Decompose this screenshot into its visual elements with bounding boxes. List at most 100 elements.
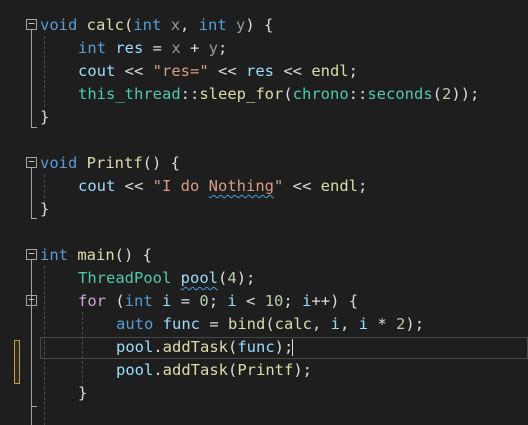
code-token: y (208, 39, 219, 57)
code-token: seconds (367, 85, 433, 103)
code-token: :: (180, 85, 200, 103)
code-token: res (245, 62, 274, 80)
code-token: . (153, 338, 163, 356)
code-line[interactable]: int main() { (40, 244, 152, 267)
code-token: , (180, 16, 199, 34)
code-token: << (283, 177, 321, 195)
code-token: i (302, 292, 312, 310)
code-line[interactable]: int res = x + y; (78, 37, 227, 60)
code-line[interactable]: auto func = bind(calc, i, i * 2); (116, 313, 424, 336)
code-token: ( (124, 16, 134, 34)
fold-end-marker (31, 406, 37, 407)
fold-toggle-main-icon[interactable]: − (26, 248, 37, 260)
code-token: () { (114, 246, 152, 264)
code-token: " (273, 177, 284, 195)
code-token: = (200, 315, 228, 333)
code-token: << (115, 177, 153, 195)
code-token: ); (274, 338, 294, 356)
code-token: 10 (264, 292, 284, 310)
code-token: ; (208, 292, 228, 310)
code-token: bind (228, 315, 266, 333)
code-token: calc (86, 16, 124, 34)
fold-guide (31, 30, 32, 127)
code-token: int (133, 16, 162, 34)
code-token: ); (293, 361, 313, 379)
code-token: x (170, 16, 181, 34)
code-line[interactable]: pool.addTask(Printf); (116, 359, 312, 382)
code-token: cout (78, 177, 116, 195)
code-token: << (115, 62, 153, 80)
code-token: ; (357, 177, 368, 195)
code-token: ; (218, 39, 228, 57)
code-token: < (236, 292, 265, 310)
code-token: ); (405, 315, 425, 333)
code-token: i (227, 292, 237, 310)
code-token: , (340, 315, 359, 333)
code-token: 2 (442, 85, 452, 103)
code-token: cout (78, 62, 116, 80)
fold-guide (31, 168, 32, 218)
code-token: auto (116, 315, 154, 333)
code-token: * (368, 315, 397, 333)
code-token: Nothing (208, 177, 274, 195)
code-token: 4 (227, 269, 237, 287)
code-line[interactable]: } (78, 382, 87, 405)
code-token: y (236, 16, 246, 34)
code-token: ) { (245, 16, 274, 34)
code-token: } (78, 384, 88, 402)
code-token: i (330, 315, 341, 333)
code-token: addTask (162, 361, 228, 379)
code-line[interactable]: } (40, 198, 49, 221)
code-line[interactable]: cout << "res=" << res << endl; (78, 60, 358, 83)
code-token: i (162, 292, 172, 310)
code-line[interactable]: this_thread::sleep_for(chrono::seconds(2… (78, 83, 479, 106)
code-line[interactable]: pool.addTask(func); (116, 336, 294, 359)
code-token: func (162, 315, 200, 333)
code-token: } (40, 108, 50, 126)
fold-toggle-calc-icon[interactable]: − (26, 18, 37, 30)
fold-guide (31, 260, 32, 425)
code-token: = (171, 292, 200, 310)
code-token: x (171, 39, 181, 57)
code-token: endl (320, 177, 358, 195)
code-token: pool (180, 269, 218, 287)
code-token: () { (142, 154, 180, 172)
code-token: << (208, 62, 246, 80)
code-token: i (358, 315, 369, 333)
code-editor[interactable]: − − − − void calc(int x, int y) {int res… (0, 0, 528, 425)
code-token: addTask (162, 338, 228, 356)
code-token: )); (451, 85, 480, 103)
code-token: this_thread (78, 85, 181, 103)
code-token: , (312, 315, 331, 333)
code-token: ( (432, 85, 443, 103)
code-line[interactable]: } (40, 106, 49, 129)
code-line[interactable]: void Printf() { (40, 152, 180, 175)
code-token: Printf (86, 154, 143, 172)
code-token: void (40, 154, 78, 172)
fold-toggle-printf-icon[interactable]: − (26, 156, 37, 168)
code-token: = (143, 39, 172, 57)
code-token: Printf (237, 361, 294, 379)
code-line[interactable]: ThreadPool pool(4); (78, 267, 255, 290)
code-token: ); (236, 269, 256, 287)
code-token: endl (311, 62, 349, 80)
code-line[interactable]: cout << "I do Nothing" << endl; (78, 175, 367, 198)
code-token: res (115, 39, 144, 57)
code-token: sleep_for (199, 85, 284, 103)
fold-toggle-for-icon[interactable]: − (26, 294, 37, 306)
code-token: + (180, 39, 209, 57)
indent-guide (44, 266, 45, 425)
code-token: func (237, 338, 275, 356)
code-token: calc (274, 315, 312, 333)
code-token: int (40, 246, 68, 264)
code-line[interactable]: for (int i = 0; i < 10; i++) { (78, 290, 358, 313)
code-line[interactable]: void calc(int x, int y) { (40, 14, 273, 37)
text-caret (292, 339, 294, 356)
code-token: pool (116, 361, 154, 379)
